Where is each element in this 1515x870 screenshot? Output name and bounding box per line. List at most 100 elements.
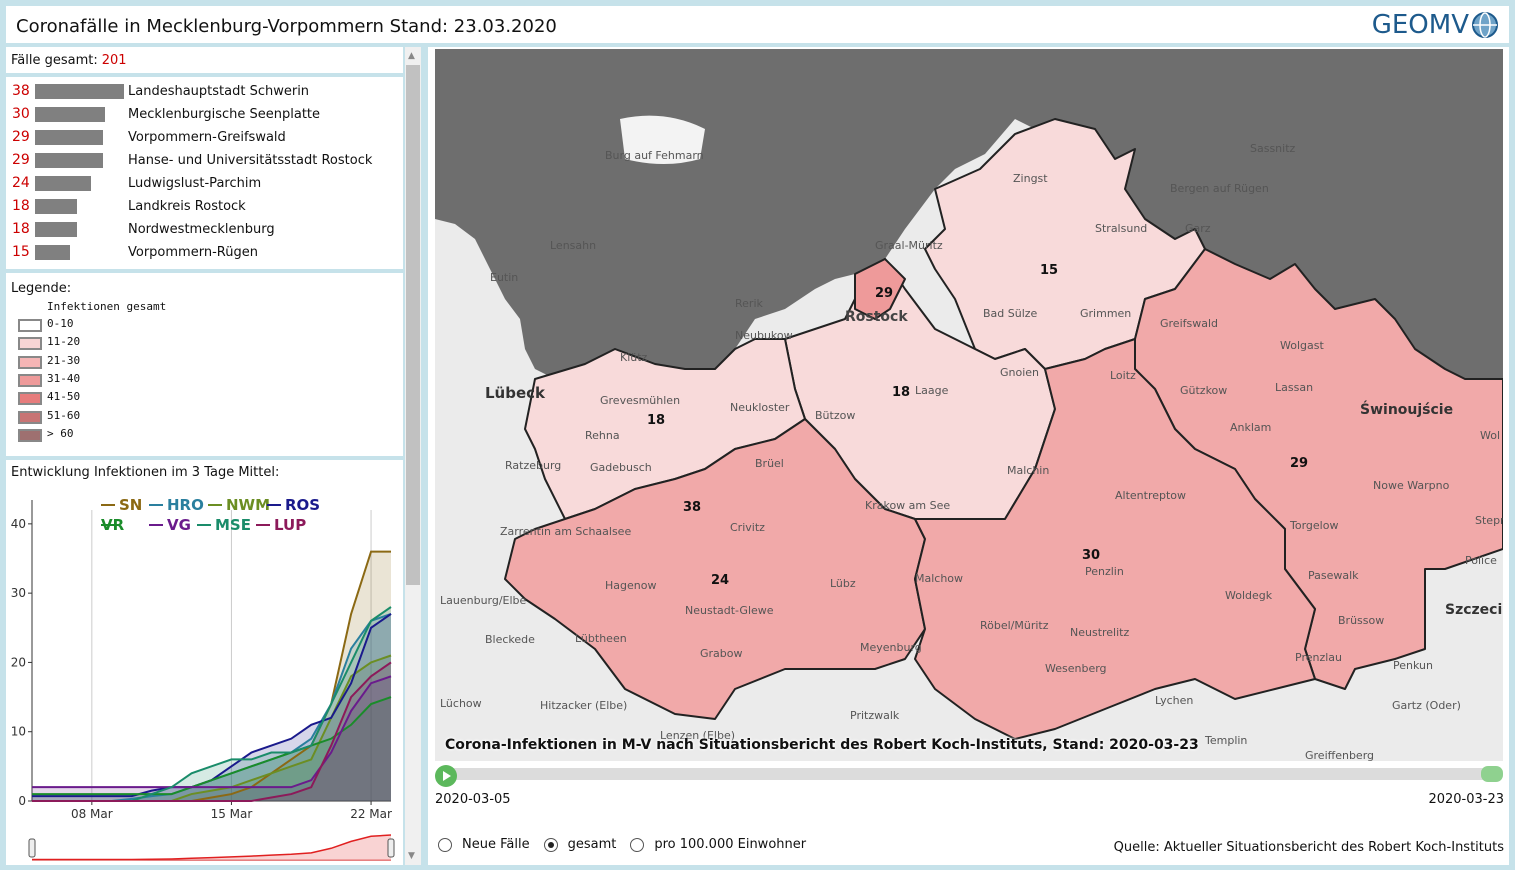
radio-pro-100000-label: pro 100.000 Einwohner	[654, 837, 807, 852]
play-button[interactable]	[435, 765, 457, 787]
radio-pro-100000[interactable]	[630, 837, 645, 852]
time-slider[interactable]	[435, 765, 1503, 787]
slider-end-date: 2020-03-23	[1428, 792, 1504, 807]
svg-text:Bad Sülze: Bad Sülze	[983, 307, 1038, 320]
svg-text:Rostock: Rostock	[845, 309, 908, 325]
map-caption: Corona-Infektionen in M-V nach Situation…	[445, 737, 1199, 753]
sidebar-scrollbar[interactable]: ▲ ▼	[405, 47, 421, 865]
district-row[interactable]: 18 Nordwestmecklenburg	[6, 219, 403, 242]
district-bar	[35, 245, 70, 260]
svg-text:Grimmen: Grimmen	[1080, 307, 1131, 320]
svg-text:Loitz: Loitz	[1110, 369, 1136, 382]
legend-label-mse: MSE	[215, 516, 251, 534]
district-count: 18	[12, 198, 30, 214]
scroll-down-icon[interactable]: ▼	[408, 851, 415, 861]
source-note: Quelle: Aktueller Situationsbericht des …	[1113, 840, 1504, 855]
district-row[interactable]: 29 Vorpommern-Greifswald	[6, 127, 403, 150]
legend-title: Legende:	[11, 281, 72, 296]
svg-text:Brüssow: Brüssow	[1338, 614, 1384, 627]
svg-text:Wol: Wol	[1480, 429, 1500, 442]
svg-text:Malchow: Malchow	[915, 572, 963, 585]
radio-gesamt-label: gesamt	[567, 837, 617, 852]
district-count: 29	[12, 129, 30, 145]
district-row[interactable]: 30 Mecklenburgische Seenplatte	[6, 104, 403, 127]
district-bar	[35, 153, 103, 168]
region-value: 18	[892, 385, 910, 400]
legend-label: > 60	[47, 427, 74, 440]
svg-text:Garz: Garz	[1185, 222, 1211, 235]
svg-text:Stepn: Stepn	[1475, 514, 1503, 527]
geomv-logo[interactable]: GEOMV	[1372, 9, 1499, 41]
district-name: Landeshauptstadt Schwerin	[128, 84, 310, 99]
total-value: 201	[101, 53, 127, 68]
y-tick-label: 0	[18, 794, 26, 808]
slider-handle[interactable]	[1481, 766, 1503, 782]
svg-text:Penkun: Penkun	[1393, 659, 1433, 672]
svg-text:Greifswald: Greifswald	[1160, 317, 1218, 330]
svg-text:Lassan: Lassan	[1275, 381, 1313, 394]
svg-text:Hitzacker (Elbe): Hitzacker (Elbe)	[540, 699, 627, 712]
district-count: 15	[12, 244, 30, 260]
legend-swatch	[18, 319, 42, 332]
district-row[interactable]: 18 Landkreis Rostock	[6, 196, 403, 219]
svg-text:Anklam: Anklam	[1230, 421, 1271, 434]
map-view[interactable]: Burg auf Fehmarn Lensahn Eutin Lübeck Ra…	[435, 49, 1503, 761]
district-row[interactable]: 29 Hanse- und Universitätsstadt Rostock	[6, 150, 403, 173]
district-name: Vorpommern-Greifswald	[128, 130, 286, 145]
slider-track[interactable]	[443, 768, 1495, 780]
header-bar: Coronafälle in Mecklenburg-Vorpommern St…	[6, 6, 1509, 43]
svg-text:Zingst: Zingst	[1013, 172, 1048, 185]
sidebar: Fälle gesamt: 201 38 Landeshauptstadt Sch…	[6, 47, 423, 865]
play-icon	[443, 771, 451, 781]
district-bar	[35, 199, 77, 214]
legend-swatch	[18, 356, 42, 369]
district-count: 24	[12, 175, 30, 191]
district-row[interactable]: 24 Ludwigslust-Parchim	[6, 173, 403, 196]
scroll-up-icon[interactable]: ▲	[408, 51, 415, 61]
svg-text:Neustadt-Glewe: Neustadt-Glewe	[685, 604, 774, 617]
district-name: Ludwigslust-Parchim	[128, 176, 262, 191]
legend-label: 21-30	[47, 354, 81, 367]
range-handle-left[interactable]	[28, 838, 36, 858]
svg-text:Burg auf Fehmarn: Burg auf Fehmarn	[605, 149, 704, 162]
legend: Legende: Infektionen gesamt 0-10 11-20 2…	[6, 273, 403, 456]
trend-chart-panel: Entwicklung Infektionen im 3 Tage Mittel…	[6, 460, 403, 865]
range-handle-right[interactable]	[387, 838, 395, 858]
svg-text:Laage: Laage	[915, 384, 949, 397]
svg-text:Pasewalk: Pasewalk	[1308, 569, 1359, 582]
svg-text:Eutin: Eutin	[490, 271, 518, 284]
slider-start-date: 2020-03-05	[435, 792, 511, 807]
trend-chart[interactable]: 0 10 20 30 40 08 Mar 15 Mar 22 Mar SN HRO NWM ROS VR…	[6, 460, 403, 865]
y-tick-label: 30	[11, 586, 26, 600]
district-row[interactable]: 38 Landeshauptstadt Schwerin	[6, 81, 403, 104]
legend-swatch	[18, 411, 42, 424]
district-row[interactable]: 15 Vorpommern-Rügen	[6, 242, 403, 265]
svg-text:Klütz: Klütz	[620, 351, 648, 364]
svg-text:Szczeci: Szczeci	[1445, 602, 1502, 618]
district-bar	[35, 130, 103, 145]
scrollbar-thumb[interactable]	[406, 65, 420, 585]
svg-text:Prenzlau: Prenzlau	[1295, 651, 1342, 664]
region-value: 38	[683, 500, 701, 515]
district-list: 38 Landeshauptstadt Schwerin 30 Mecklenb…	[6, 77, 403, 269]
overview-area	[32, 835, 391, 860]
legend-label-hro: HRO	[167, 496, 204, 514]
radio-gesamt[interactable]	[543, 837, 558, 852]
region-value: 18	[647, 413, 665, 428]
svg-text:Wesenberg: Wesenberg	[1045, 662, 1107, 675]
total-label: Fälle gesamt:	[11, 53, 98, 68]
region-value: 30	[1082, 548, 1100, 563]
svg-text:Stralsund: Stralsund	[1095, 222, 1147, 235]
svg-text:Lübz: Lübz	[830, 577, 856, 590]
legend-swatch	[18, 337, 42, 350]
district-name: Mecklenburgische Seenplatte	[128, 107, 321, 122]
legend-label-vg: VG	[167, 516, 191, 534]
legend-swatch	[18, 392, 42, 405]
radio-neue-faelle[interactable]	[438, 837, 452, 852]
map-panel: Burg auf Fehmarn Lensahn Eutin Lübeck Ra…	[428, 47, 1509, 865]
district-bar	[35, 107, 105, 122]
svg-text:Altentreptow: Altentreptow	[1115, 489, 1186, 502]
svg-text:Gnoien: Gnoien	[1000, 366, 1039, 379]
svg-text:Bleckede: Bleckede	[485, 633, 535, 646]
map-canvas[interactable]: Burg auf Fehmarn Lensahn Eutin Lübeck Ra…	[435, 49, 1503, 761]
